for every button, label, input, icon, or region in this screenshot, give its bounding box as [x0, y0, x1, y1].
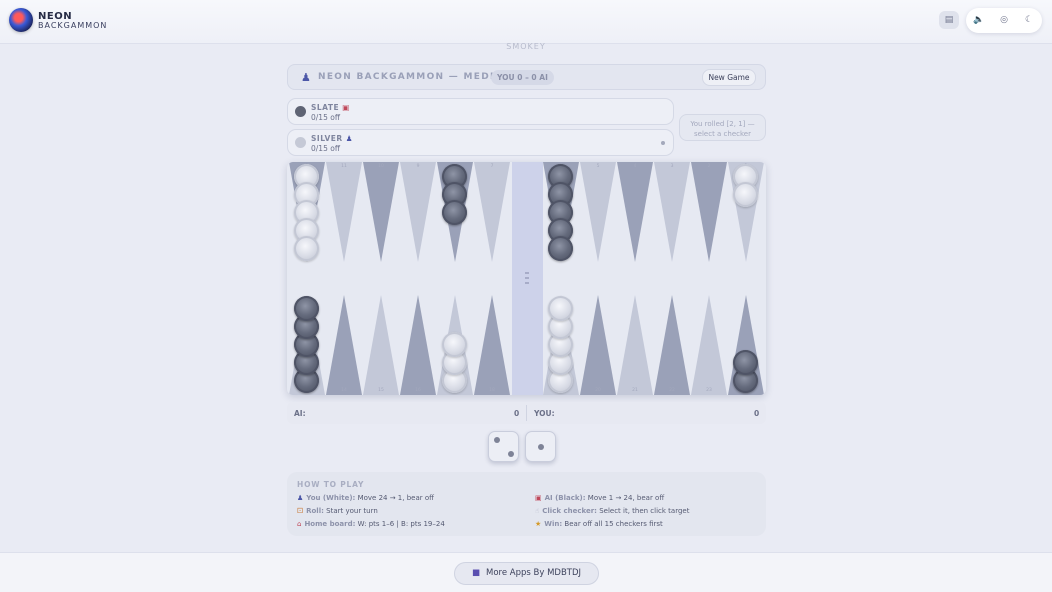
sound-icon[interactable]: 🔈 [969, 11, 989, 29]
die-2[interactable] [525, 431, 556, 462]
board-point[interactable] [326, 162, 362, 262]
more-apps-button[interactable]: ■ More Apps By MDBTDJ [454, 562, 599, 585]
player-card-silver: SILVER ♟ 0/15 off [287, 129, 674, 156]
ai-bear-label: AI: [294, 409, 306, 418]
point-number: 23 [706, 388, 712, 393]
board-point[interactable] [580, 162, 616, 262]
point-number: 4 [633, 164, 637, 169]
point-number: 20 [595, 388, 601, 393]
light-checker[interactable] [294, 236, 319, 261]
you-bear-label: YOU: [534, 409, 555, 418]
point-number: 7 [490, 164, 494, 169]
point-number: 22 [669, 388, 675, 393]
ai-bear-value: 0 [514, 409, 520, 418]
howto-row: ♟ You (White): Move 24 → 1, bear off [297, 494, 434, 502]
board-point[interactable] [617, 295, 653, 395]
point-number: 10 [378, 164, 384, 169]
point-number: 14 [341, 388, 347, 393]
board-point[interactable] [474, 162, 510, 262]
player-off-count: 0/15 off [311, 113, 340, 122]
light-checker[interactable] [733, 182, 758, 207]
moon-icon[interactable]: ☾ [1019, 11, 1039, 29]
gamepad-icon: ■ [471, 568, 480, 578]
board-point[interactable] [400, 162, 436, 262]
die-1[interactable] [488, 431, 519, 462]
board-point[interactable] [326, 295, 362, 395]
dark-checker[interactable] [548, 236, 573, 261]
board-point[interactable] [691, 162, 727, 262]
point-number: 3 [670, 164, 674, 169]
board-point[interactable] [580, 295, 616, 395]
brand-subtitle: BACKGAMMON [38, 21, 108, 30]
howto-row: ⚀ Roll: Start your turn [297, 507, 378, 515]
dark-checker[interactable] [733, 350, 758, 375]
active-turn-indicator [661, 141, 665, 145]
board-point[interactable] [617, 162, 653, 262]
pawn-icon: ♟ [301, 71, 311, 84]
light-checker[interactable] [442, 332, 467, 357]
dice-icon: ⚀ [297, 507, 304, 515]
howto-row: ★ Win: Bear off all 15 checkers first [535, 520, 663, 528]
top-bar: NEON BACKGAMMON ▤ 🔈 ◎ ☾ [0, 0, 1052, 44]
point-number: 18 [489, 388, 495, 393]
point-number: 2 [707, 164, 711, 169]
checker-swatch [295, 106, 306, 117]
palette-icon[interactable]: ◎ [994, 11, 1014, 29]
board-point[interactable] [654, 295, 690, 395]
person-icon: ♟ [345, 134, 354, 143]
point-number: 15 [378, 388, 384, 393]
player-card-slate: SLATE ▣ 0/15 off [287, 98, 674, 125]
score-badge: YOU 0 – 0 AI [491, 70, 554, 85]
board-bar[interactable] [512, 162, 543, 395]
trophy-icon: ★ [535, 520, 542, 528]
backgammon-board[interactable]: 121311141015916817718619520421322223124 [287, 162, 766, 395]
light-checker[interactable] [548, 296, 573, 321]
die-pip [538, 444, 544, 450]
howto-row: ☝ Click checker: Select it, then click ta… [535, 507, 690, 515]
board-point[interactable] [363, 295, 399, 395]
point-number: 9 [416, 164, 420, 169]
robot-icon: ▣ [535, 494, 542, 502]
pointer-icon: ☝ [535, 507, 540, 515]
board-point[interactable] [363, 162, 399, 262]
person-icon: ♟ [297, 494, 304, 502]
point-number: 16 [415, 388, 421, 393]
board-point[interactable] [474, 295, 510, 395]
board-point[interactable] [654, 162, 690, 262]
die-pip [494, 437, 500, 443]
player-off-count: 0/15 off [311, 144, 340, 153]
header-controls: 🔈 ◎ ☾ [966, 8, 1042, 33]
robot-icon: ▣ [342, 103, 350, 112]
bar-mark [525, 282, 529, 284]
divider [526, 405, 527, 421]
dark-checker[interactable] [442, 200, 467, 225]
logo-icon [9, 8, 33, 32]
dark-checker[interactable] [294, 296, 319, 321]
point-number: 11 [341, 164, 347, 169]
player-name: SILVER ♟ [311, 134, 354, 143]
roll-status: You rolled [2, 1] — select a checker [679, 114, 766, 141]
game-title: NEON BACKGAMMON — MEDIUM [318, 72, 514, 82]
board-point[interactable] [400, 295, 436, 395]
howto-row: ⌂ Home board: W: pts 1–6 | B: pts 19–24 [297, 520, 445, 528]
bar-mark [525, 272, 529, 274]
house-icon: ⌂ [297, 520, 302, 528]
bear-off-row: AI: 0 YOU: 0 [287, 402, 766, 424]
how-to-play-panel: HOW TO PLAY ♟ You (White): Move 24 → 1, b… [287, 472, 766, 536]
point-number: 21 [632, 388, 638, 393]
point-number: 5 [596, 164, 600, 169]
player-name: SLATE ▣ [311, 103, 350, 112]
book-icon[interactable]: ▤ [939, 11, 959, 29]
bar-mark [525, 277, 529, 279]
game-title-bar: ♟ NEON BACKGAMMON — MEDIUM YOU 0 – 0 AI … [287, 64, 766, 90]
you-bear-value: 0 [754, 409, 760, 418]
new-game-button[interactable]: New Game [702, 69, 756, 86]
theme-label: SMOKEY [506, 42, 546, 51]
board-point[interactable] [691, 295, 727, 395]
how-to-play-heading: HOW TO PLAY [297, 480, 365, 489]
checker-swatch [295, 137, 306, 148]
howto-row: ▣ AI (Black): Move 1 → 24, bear off [535, 494, 665, 502]
die-pip [508, 451, 514, 457]
